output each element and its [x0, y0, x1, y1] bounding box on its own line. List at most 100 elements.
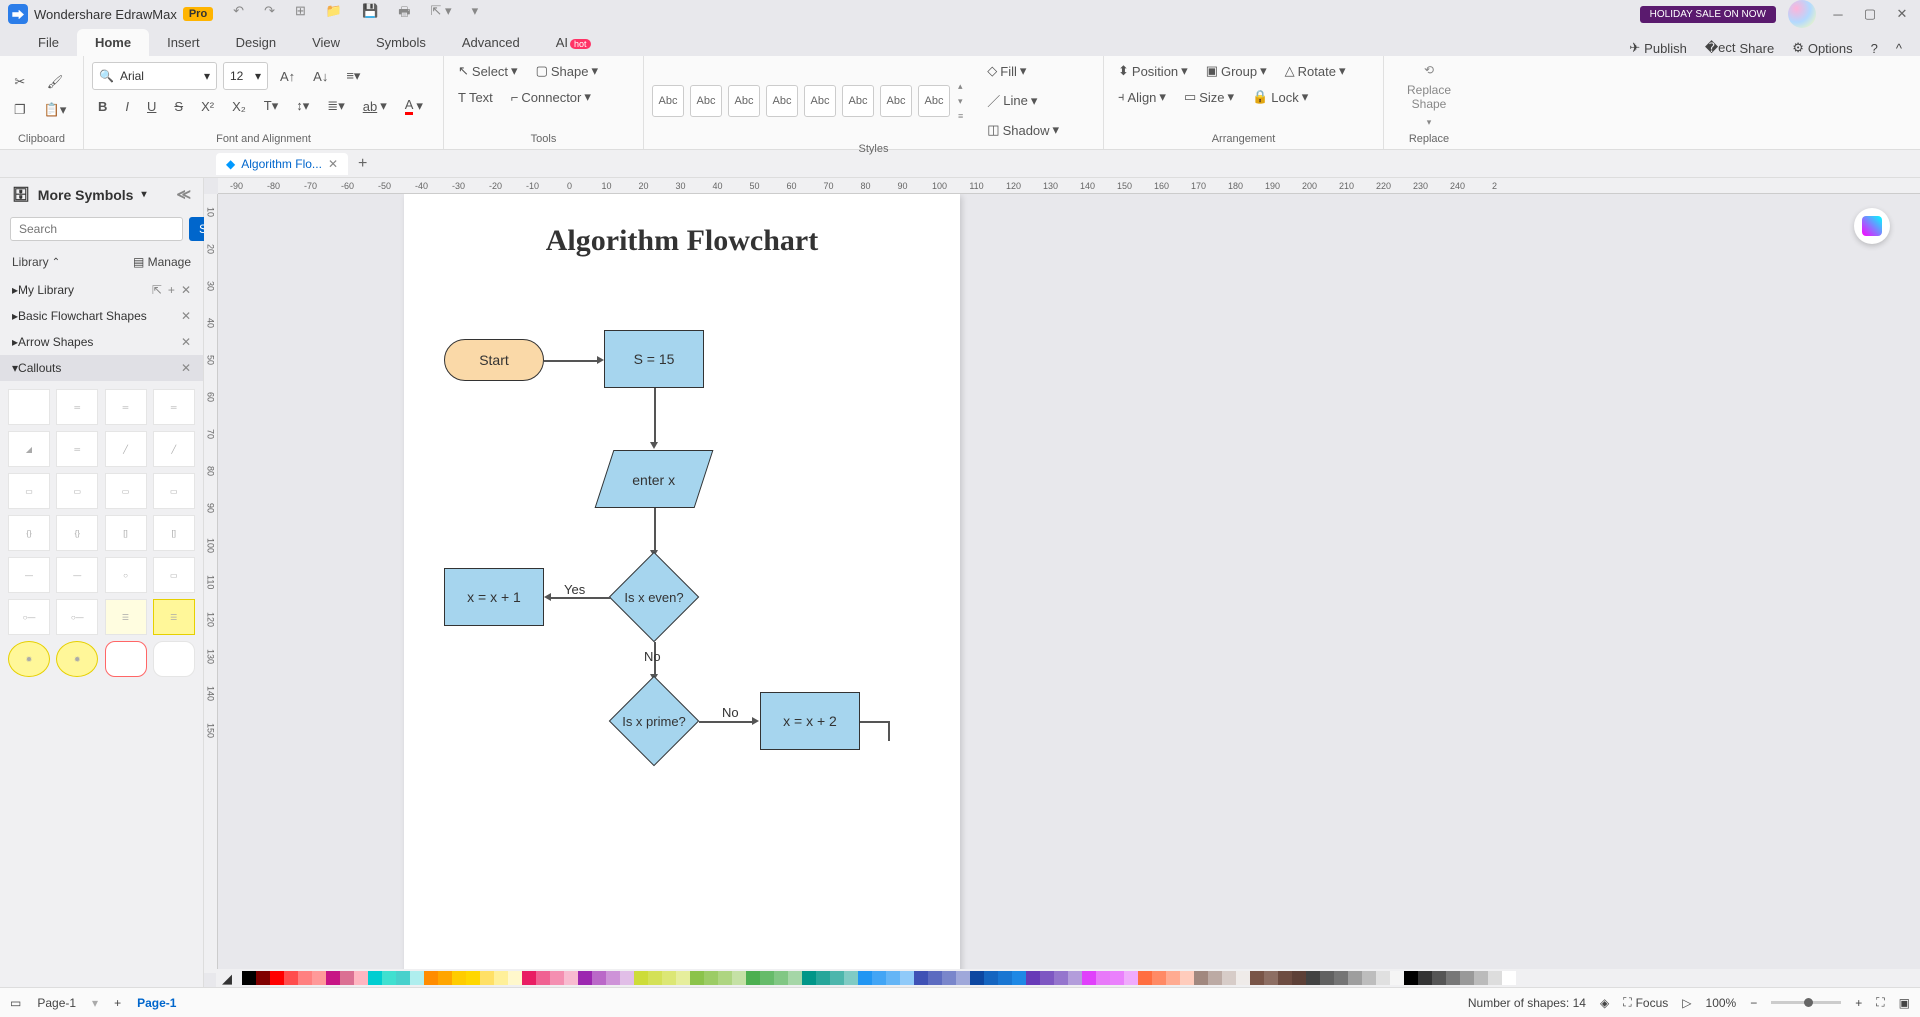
shape-thumb[interactable]: ✹ — [8, 641, 50, 677]
style-swatch[interactable]: Abc — [880, 85, 912, 117]
page[interactable]: Algorithm Flowchart Start S = 15 enter x — [404, 194, 960, 973]
close-section-icon[interactable]: ✕ — [181, 309, 191, 323]
presentation-icon[interactable]: ▷ — [1682, 996, 1691, 1010]
minimize-icon[interactable]: ─ — [1828, 4, 1848, 24]
shape-thumb[interactable]: ◢ — [8, 431, 50, 467]
color-swatch[interactable] — [648, 971, 662, 985]
zoom-in-icon[interactable]: + — [1855, 996, 1862, 1010]
ai-assistant-button[interactable] — [1854, 208, 1890, 244]
color-swatch[interactable] — [326, 971, 340, 985]
color-swatch[interactable] — [1474, 971, 1488, 985]
user-avatar[interactable] — [1788, 0, 1816, 28]
section-arrow-shapes[interactable]: ▸ Arrow Shapes✕ — [0, 329, 203, 355]
color-swatch[interactable] — [382, 971, 396, 985]
document-tab[interactable]: ◆ Algorithm Flo... ✕ — [216, 153, 348, 175]
color-swatch[interactable] — [676, 971, 690, 985]
style-swatch[interactable]: Abc — [918, 85, 950, 117]
subscript-icon[interactable]: X₂ — [226, 96, 252, 117]
close-tab-icon[interactable]: ✕ — [328, 157, 338, 171]
color-swatch[interactable] — [1110, 971, 1124, 985]
zoom-slider[interactable] — [1771, 1001, 1841, 1004]
menu-ai[interactable]: AIhot — [538, 29, 609, 56]
color-swatch[interactable] — [1446, 971, 1460, 985]
italic-icon[interactable]: I — [119, 96, 135, 117]
font-color-icon[interactable]: A▾ — [399, 94, 429, 118]
close-section-icon[interactable]: ✕ — [181, 283, 191, 297]
select-tool[interactable]: ↖ Select ▾ — [452, 60, 524, 82]
collapse-ribbon-icon[interactable]: ^ — [1896, 41, 1902, 56]
print-icon[interactable]: 🖶 — [398, 3, 410, 25]
shape-thumb[interactable]: ▭ — [8, 473, 50, 509]
shape-search-input[interactable] — [10, 217, 183, 241]
fit-page-icon[interactable]: ⛶ — [1876, 995, 1884, 1010]
zoom-level[interactable]: 100% — [1706, 996, 1737, 1010]
color-swatch[interactable] — [466, 971, 480, 985]
position-button[interactable]: ⬍ Position▾ — [1112, 60, 1194, 82]
close-icon[interactable]: ✕ — [1892, 4, 1912, 24]
page-tab[interactable]: Page-1 — [137, 996, 176, 1010]
color-swatch[interactable] — [1376, 971, 1390, 985]
fc-data-enterx[interactable]: enter x — [595, 450, 714, 508]
style-swatch[interactable]: Abc — [804, 85, 836, 117]
color-swatch[interactable] — [1488, 971, 1502, 985]
color-swatch[interactable] — [690, 971, 704, 985]
add-page-icon[interactable]: + — [114, 996, 121, 1010]
shape-thumb[interactable]: ▭ — [153, 557, 195, 593]
color-swatch[interactable] — [564, 971, 578, 985]
prev-page-icon[interactable]: ▾ — [92, 996, 98, 1010]
color-swatch[interactable] — [732, 971, 746, 985]
shape-thumb[interactable]: ═ — [56, 389, 98, 425]
shape-thumb[interactable] — [153, 641, 195, 677]
color-swatch[interactable] — [872, 971, 886, 985]
shape-thumb[interactable]: ▭ — [105, 473, 147, 509]
color-swatch[interactable] — [1138, 971, 1152, 985]
color-swatch[interactable] — [1012, 971, 1026, 985]
publish-button[interactable]: ✈ Publish — [1629, 40, 1687, 56]
style-swatch[interactable]: Abc — [690, 85, 722, 117]
help-icon[interactable]: ? — [1871, 41, 1878, 56]
color-swatch[interactable] — [858, 971, 872, 985]
color-swatch[interactable] — [522, 971, 536, 985]
redo-icon[interactable]: ↷ — [264, 3, 275, 25]
fc-diamond-prime[interactable]: Is x prime? — [609, 676, 699, 766]
shape-tool[interactable]: ▢ Shape ▾ — [530, 60, 604, 82]
color-swatch[interactable] — [1306, 971, 1320, 985]
menu-insert[interactable]: Insert — [149, 29, 218, 56]
color-swatch[interactable] — [1068, 971, 1082, 985]
font-size-select[interactable]: 12▾ — [223, 62, 268, 90]
bullets-icon[interactable]: ≣▾ — [321, 95, 350, 117]
color-swatch[interactable] — [1222, 971, 1236, 985]
color-swatch[interactable] — [368, 971, 382, 985]
color-swatch[interactable] — [1096, 971, 1110, 985]
color-swatch[interactable] — [312, 971, 326, 985]
color-swatch[interactable] — [634, 971, 648, 985]
color-swatch[interactable] — [886, 971, 900, 985]
group-button[interactable]: ▣ Group▾ — [1200, 60, 1273, 82]
shape-thumb[interactable]: ☰ — [105, 599, 147, 635]
color-swatch[interactable] — [1418, 971, 1432, 985]
shape-thumb[interactable]: ═ — [105, 389, 147, 425]
color-swatch[interactable] — [578, 971, 592, 985]
save-icon[interactable]: 💾 — [362, 3, 378, 25]
color-swatch[interactable] — [928, 971, 942, 985]
fc-diamond-even[interactable]: Is x even? — [609, 552, 699, 642]
shape-thumb[interactable]: ▭ — [56, 473, 98, 509]
shape-thumb[interactable]: ☰ — [153, 599, 195, 635]
focus-button[interactable]: ⛶ Focus — [1623, 995, 1668, 1010]
color-swatch[interactable] — [480, 971, 494, 985]
style-swatch[interactable]: Abc — [766, 85, 798, 117]
color-swatch[interactable] — [592, 971, 606, 985]
color-swatch[interactable] — [1390, 971, 1404, 985]
cut-icon[interactable]: ✂ — [8, 71, 31, 93]
maximize-icon[interactable]: ▢ — [1860, 4, 1880, 24]
shape-thumb[interactable]: {} — [8, 515, 50, 551]
fc-process-s15[interactable]: S = 15 — [604, 330, 704, 388]
increase-font-icon[interactable]: A↑ — [274, 66, 301, 87]
color-swatch[interactable] — [1040, 971, 1054, 985]
copy-icon[interactable]: ❐ — [8, 99, 32, 121]
superscript-icon[interactable]: X² — [195, 96, 220, 117]
size-button[interactable]: ▭ Size▾ — [1178, 86, 1240, 108]
shape-thumb[interactable]: ○— — [8, 599, 50, 635]
color-swatch[interactable] — [998, 971, 1012, 985]
color-swatch[interactable] — [1292, 971, 1306, 985]
